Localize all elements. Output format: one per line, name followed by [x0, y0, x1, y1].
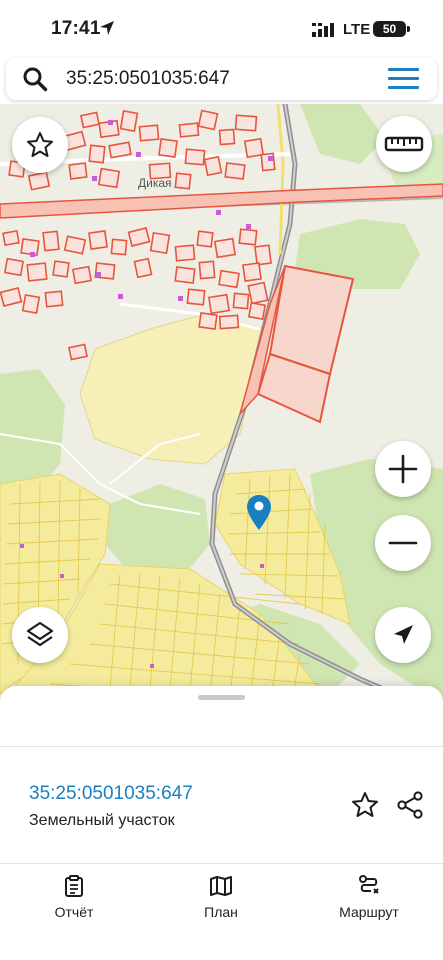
my-location-button[interactable] [375, 607, 431, 663]
bottom-tab-bar: Отчёт План Маршрут [0, 864, 443, 960]
share-icon[interactable] [395, 790, 425, 820]
network-type: LTE [343, 21, 371, 38]
report-icon [65, 875, 83, 897]
divider [0, 746, 443, 747]
layers-button[interactable] [12, 607, 68, 663]
map-place-label: Дикая [138, 176, 172, 190]
star-icon [27, 132, 53, 157]
minus-icon [388, 541, 418, 545]
zoom-out-button[interactable] [375, 515, 431, 571]
parcel-type-label: Земельный участок [29, 812, 175, 829]
search-input[interactable] [66, 66, 366, 92]
tab-route-label: Маршрут [339, 904, 399, 920]
battery-icon: 50 [373, 21, 406, 37]
layers-icon [26, 621, 54, 647]
location-pin-icon[interactable] [246, 494, 272, 532]
map-plan-icon [210, 876, 232, 896]
search-bar[interactable] [6, 58, 437, 100]
zoom-in-button[interactable] [375, 441, 431, 497]
ruler-icon [384, 136, 424, 152]
route-icon [359, 875, 379, 894]
location-arrow-icon [100, 21, 114, 35]
plus-icon [388, 454, 418, 484]
status-bar: 17:41 LTE 50 [0, 0, 443, 56]
parcel-bottom-sheet[interactable]: 35:25:0501035:647 Земельный участок Отчё… [0, 686, 443, 960]
status-time: 17:41 [51, 18, 101, 39]
ruler-button[interactable] [376, 116, 432, 172]
tab-plan-label: План [204, 904, 238, 920]
menu-icon[interactable] [388, 66, 420, 92]
tab-plan[interactable]: План [166, 864, 276, 924]
navigation-arrow-icon [394, 625, 413, 644]
star-icon[interactable] [350, 790, 380, 820]
tab-report-label: Отчёт [54, 904, 94, 920]
map-view[interactable]: Дикая [0, 104, 443, 744]
parcel-cadastral-number[interactable]: 35:25:0501035:647 [29, 783, 193, 805]
sheet-drag-handle[interactable] [198, 695, 245, 700]
battery-cap [407, 26, 410, 32]
favorites-map-button[interactable] [12, 117, 68, 173]
signal-icon [312, 23, 334, 37]
tab-report[interactable]: Отчёт [19, 864, 129, 924]
search-icon[interactable] [22, 66, 48, 92]
tab-route[interactable]: Маршрут [314, 864, 424, 924]
map-canvas[interactable] [0, 104, 443, 744]
